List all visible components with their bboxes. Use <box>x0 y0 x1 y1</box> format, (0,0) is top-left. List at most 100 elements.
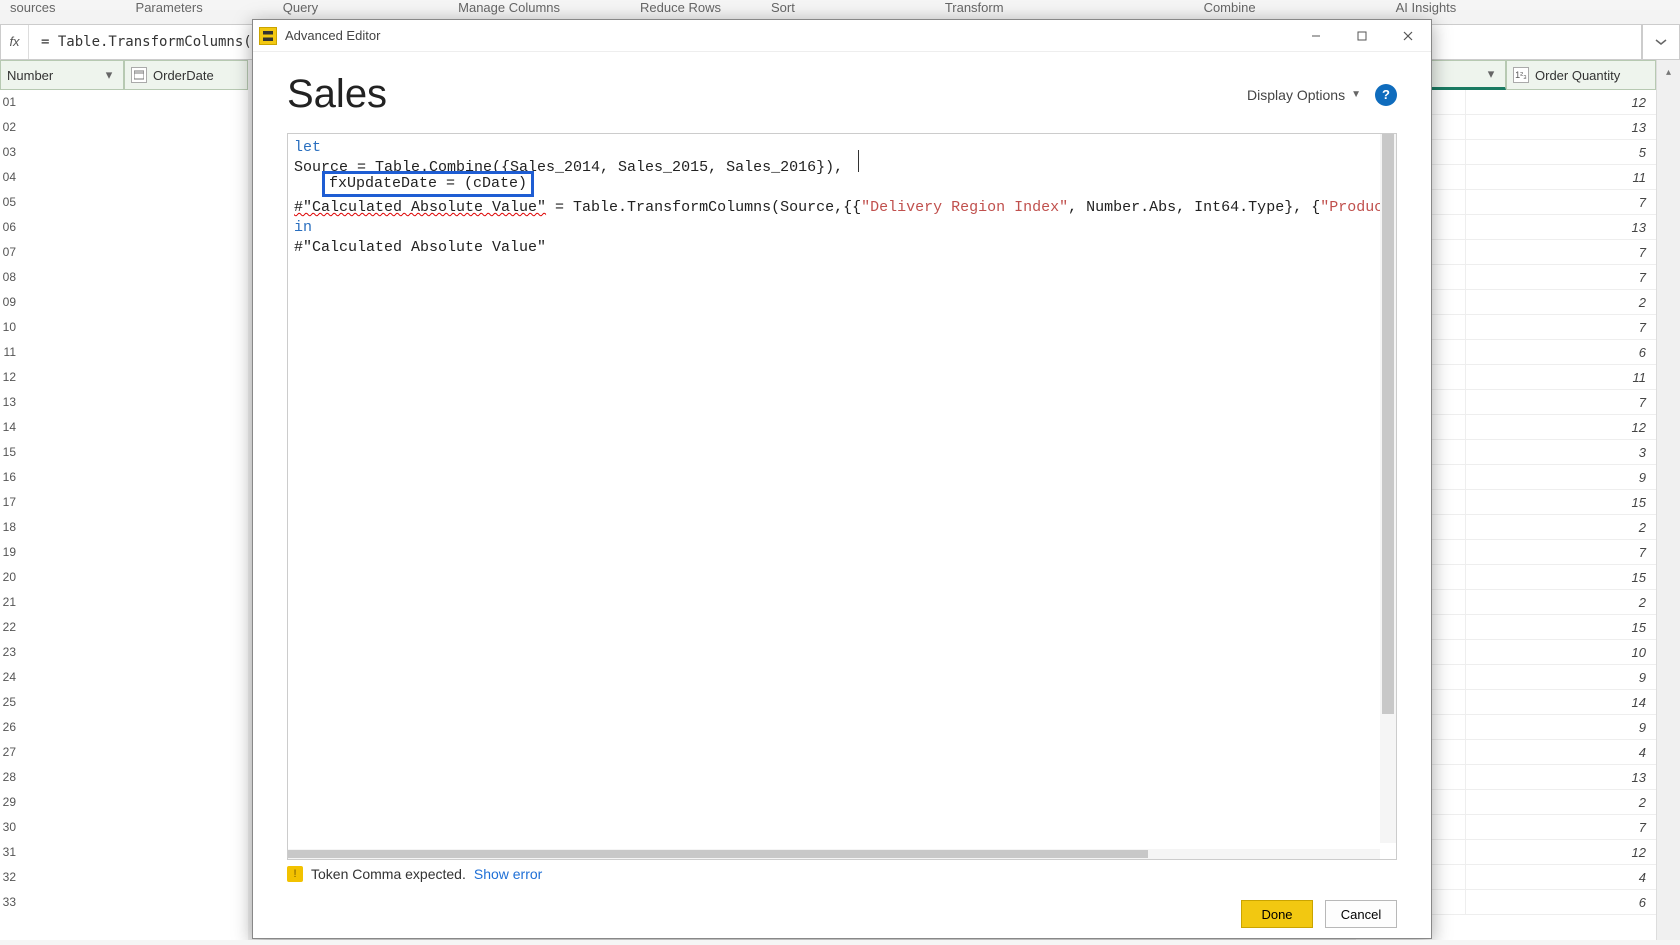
row-number: 16 <box>0 465 20 490</box>
close-button[interactable] <box>1385 20 1431 52</box>
row-number: 07 <box>0 240 20 265</box>
cell-order-quantity: 9 <box>1466 465 1656 489</box>
row-number: 11 <box>0 340 20 365</box>
cell-order-quantity: 14 <box>1466 690 1656 714</box>
row-number: 06 <box>0 215 20 240</box>
highlighted-code-fragment: fxUpdateDate = (cDate) <box>322 171 534 197</box>
help-button[interactable]: ? <box>1375 84 1397 106</box>
cell-order-quantity: 13 <box>1466 215 1656 239</box>
ribbon-tab[interactable]: Reduce Rows <box>640 0 721 10</box>
background-table-left: Number ▾ OrderDate <box>0 60 248 945</box>
scroll-up-icon[interactable]: ▴ <box>1657 60 1680 84</box>
row-number: 18 <box>0 515 20 540</box>
formula-expand-button[interactable] <box>1642 24 1680 60</box>
cancel-button[interactable]: Cancel <box>1325 900 1397 928</box>
cell-order-quantity: 2 <box>1466 590 1656 614</box>
code-hscrollbar[interactable] <box>288 849 1380 859</box>
number-type-icon: 1²₃ <box>1513 67 1529 83</box>
row-number: 30 <box>0 815 20 840</box>
ribbon-tabs: sources Parameters Query Manage Columns … <box>0 0 1680 10</box>
row-number: 21 <box>0 590 20 615</box>
ribbon-tab[interactable]: AI Insights <box>1396 0 1457 10</box>
minimize-button[interactable] <box>1293 20 1339 52</box>
ribbon-tab[interactable]: sources <box>10 0 56 10</box>
cell-order-quantity: 3 <box>1466 440 1656 464</box>
ribbon-tab[interactable]: Query <box>283 0 318 10</box>
row-numbers: 0102030405060708091011121314151617181920… <box>0 90 20 915</box>
show-error-link[interactable]: Show error <box>474 866 542 882</box>
column-header-label: OrderDate <box>153 68 214 83</box>
ribbon-tab[interactable]: Sort <box>771 0 795 10</box>
filter-dropdown-icon[interactable]: ▾ <box>101 67 117 83</box>
background-vscrollbar[interactable]: ▴ <box>1656 60 1680 945</box>
error-message: Token Comma expected. <box>311 866 466 882</box>
row-number: 09 <box>0 290 20 315</box>
row-number: 25 <box>0 690 20 715</box>
cell-order-quantity: 7 <box>1466 190 1656 214</box>
row-number: 28 <box>0 765 20 790</box>
code-editor[interactable]: let Source = Table.Combine({Sales_2014, … <box>287 133 1397 860</box>
cell-order-quantity: 12 <box>1466 840 1656 864</box>
row-number: 17 <box>0 490 20 515</box>
code-keyword-in: in <box>294 219 312 236</box>
date-type-icon <box>131 67 147 83</box>
ribbon-tab[interactable]: Manage Columns <box>458 0 560 10</box>
row-number: 23 <box>0 640 20 665</box>
maximize-button[interactable] <box>1339 20 1385 52</box>
fx-icon[interactable]: fx <box>1 25 29 59</box>
cell-order-quantity: 12 <box>1466 90 1656 114</box>
advanced-editor-dialog: Advanced Editor Sales Display Options ▼ … <box>252 19 1432 939</box>
code-text: #"Calculated Absolute Value" <box>294 239 546 256</box>
display-options-dropdown[interactable]: Display Options ▼ <box>1247 87 1361 103</box>
column-header-label: Number <box>7 68 53 83</box>
cell-order-quantity: 15 <box>1466 565 1656 589</box>
row-number: 01 <box>0 90 20 115</box>
cell-order-quantity: 7 <box>1466 315 1656 339</box>
row-number: 05 <box>0 190 20 215</box>
cell-order-quantity: 12 <box>1466 415 1656 439</box>
scrollbar-thumb[interactable] <box>288 850 1148 858</box>
cell-order-quantity: 4 <box>1466 740 1656 764</box>
row-number: 31 <box>0 840 20 865</box>
cell-order-quantity: 5 <box>1466 140 1656 164</box>
cell-order-quantity: 7 <box>1466 390 1656 414</box>
ribbon-tab[interactable]: Combine <box>1204 0 1256 10</box>
cell-order-quantity: 9 <box>1466 665 1656 689</box>
row-number: 26 <box>0 715 20 740</box>
cell-order-quantity: 10 <box>1466 640 1656 664</box>
ribbon-tab[interactable]: Parameters <box>136 0 203 10</box>
cell-order-quantity: 9 <box>1466 715 1656 739</box>
cell-order-quantity: 11 <box>1466 365 1656 389</box>
row-number: 10 <box>0 315 20 340</box>
ribbon-tab[interactable]: Transform <box>945 0 1004 10</box>
cell-order-quantity: 7 <box>1466 240 1656 264</box>
code-text: = Table.TransformColumns(Source,{{ <box>546 199 861 216</box>
formula-text[interactable]: = Table.TransformColumns(S <box>29 34 260 50</box>
row-number: 20 <box>0 565 20 590</box>
row-number: 02 <box>0 115 20 140</box>
dialog-title: Advanced Editor <box>285 28 380 43</box>
syntax-error-row: ! Token Comma expected. Show error <box>287 866 1397 882</box>
code-vscrollbar[interactable] <box>1380 134 1396 843</box>
row-number: 29 <box>0 790 20 815</box>
column-header-order-quantity[interactable]: 1²₃ Order Quantity <box>1506 60 1656 90</box>
code-text: , Number.Abs, Int64.Type}, { <box>1068 199 1320 216</box>
error-underline-span: #"Calculated Absolute Value" <box>294 199 546 216</box>
row-number: 08 <box>0 265 20 290</box>
app-icon <box>259 27 277 45</box>
cell-order-quantity: 2 <box>1466 790 1656 814</box>
scrollbar-thumb[interactable] <box>1382 134 1394 714</box>
column-header-number[interactable]: Number ▾ <box>0 60 124 90</box>
row-number: 27 <box>0 740 20 765</box>
row-number: 04 <box>0 165 20 190</box>
row-number: 19 <box>0 540 20 565</box>
cell-order-quantity: 15 <box>1466 490 1656 514</box>
column-header-orderdate[interactable]: OrderDate <box>124 60 248 90</box>
row-number: 12 <box>0 365 20 390</box>
done-button[interactable]: Done <box>1241 900 1313 928</box>
code-string: "Delivery Region Index" <box>861 199 1068 216</box>
row-number: 33 <box>0 890 20 915</box>
filter-dropdown-icon[interactable]: ▾ <box>1483 66 1499 82</box>
status-bar <box>0 940 1680 945</box>
cell-order-quantity: 7 <box>1466 815 1656 839</box>
